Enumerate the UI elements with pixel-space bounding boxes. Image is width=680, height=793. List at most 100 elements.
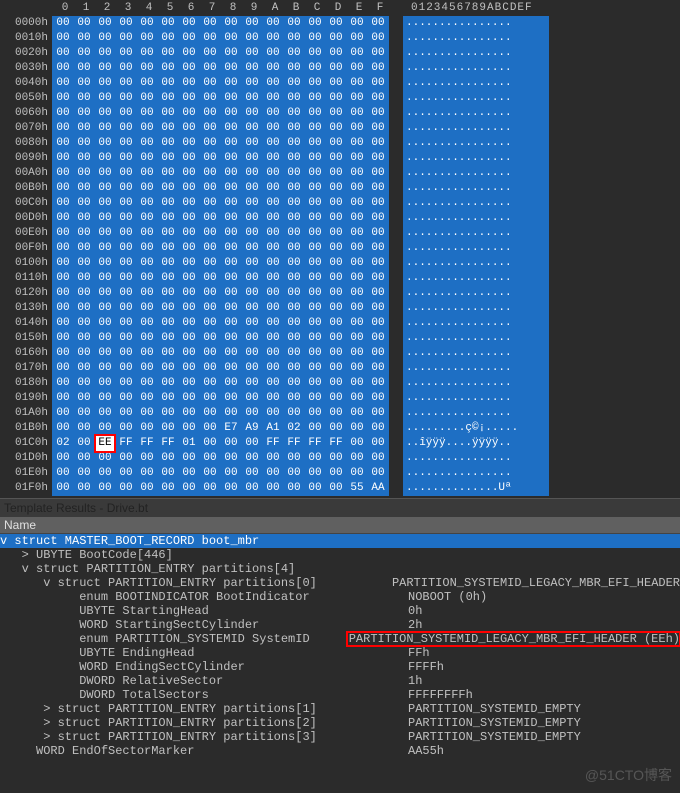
- byte-cell[interactable]: 00: [159, 181, 177, 196]
- ascii-cell[interactable]: ................: [403, 301, 549, 316]
- tree-item-name[interactable]: v struct PARTITION_ENTRY partitions[4]: [0, 562, 408, 576]
- byte-cell[interactable]: 00: [96, 16, 114, 31]
- byte-cell[interactable]: 00: [117, 361, 135, 376]
- ascii-cell[interactable]: ................: [403, 16, 549, 31]
- byte-cell[interactable]: 00: [54, 391, 72, 406]
- byte-cell[interactable]: 00: [348, 46, 366, 61]
- byte-cell[interactable]: 00: [138, 121, 156, 136]
- byte-cell[interactable]: 00: [222, 91, 240, 106]
- byte-cell[interactable]: 00: [369, 181, 387, 196]
- tree-row[interactable]: > struct PARTITION_ENTRY partitions[3]PA…: [0, 730, 680, 744]
- byte-cell[interactable]: 00: [285, 226, 303, 241]
- byte-cell[interactable]: 00: [243, 331, 261, 346]
- byte-cell[interactable]: 00: [243, 406, 261, 421]
- byte-cell[interactable]: 00: [180, 91, 198, 106]
- byte-cell[interactable]: 00: [117, 376, 135, 391]
- byte-cell[interactable]: 00: [54, 301, 72, 316]
- byte-cell[interactable]: 00: [264, 46, 282, 61]
- byte-cell[interactable]: 00: [75, 181, 93, 196]
- byte-cell[interactable]: 00: [327, 271, 345, 286]
- byte-cell[interactable]: 00: [306, 16, 324, 31]
- byte-cell[interactable]: 00: [306, 256, 324, 271]
- byte-cell[interactable]: 00: [159, 91, 177, 106]
- byte-cell[interactable]: 00: [306, 226, 324, 241]
- byte-cell[interactable]: 00: [327, 151, 345, 166]
- byte-cell[interactable]: 00: [117, 181, 135, 196]
- byte-cell[interactable]: 00: [243, 16, 261, 31]
- byte-cell[interactable]: 00: [327, 301, 345, 316]
- tree-row[interactable]: UBYTE EndingHeadFFh: [0, 646, 680, 660]
- byte-cell[interactable]: 00: [222, 271, 240, 286]
- hex-bytes[interactable]: 00000000000000000000000000000000: [52, 166, 389, 181]
- byte-cell[interactable]: 00: [264, 136, 282, 151]
- byte-cell[interactable]: 00: [159, 61, 177, 76]
- byte-cell[interactable]: 00: [369, 421, 387, 436]
- byte-cell[interactable]: 00: [369, 331, 387, 346]
- byte-cell[interactable]: 00: [306, 331, 324, 346]
- byte-cell[interactable]: 00: [54, 271, 72, 286]
- byte-cell[interactable]: 00: [54, 421, 72, 436]
- hex-bytes[interactable]: 000000000000000000000000000055AA: [52, 481, 389, 496]
- byte-cell[interactable]: 00: [222, 211, 240, 226]
- byte-cell[interactable]: 00: [117, 271, 135, 286]
- byte-cell[interactable]: 00: [138, 31, 156, 46]
- hex-row[interactable]: 00E0h00000000000000000000000000000000...…: [2, 226, 678, 241]
- byte-cell[interactable]: 00: [306, 451, 324, 466]
- byte-cell[interactable]: 02: [285, 421, 303, 436]
- byte-cell[interactable]: 00: [54, 166, 72, 181]
- byte-cell[interactable]: 00: [138, 466, 156, 481]
- byte-cell[interactable]: 00: [54, 31, 72, 46]
- byte-cell[interactable]: 00: [201, 151, 219, 166]
- byte-cell[interactable]: 00: [348, 211, 366, 226]
- byte-cell[interactable]: 00: [285, 241, 303, 256]
- byte-cell[interactable]: 00: [54, 211, 72, 226]
- byte-cell[interactable]: 00: [201, 166, 219, 181]
- byte-cell[interactable]: 00: [348, 316, 366, 331]
- tree-item-name[interactable]: UBYTE StartingHead: [0, 604, 408, 618]
- byte-cell[interactable]: 00: [306, 421, 324, 436]
- byte-cell[interactable]: 00: [285, 271, 303, 286]
- byte-cell[interactable]: 00: [201, 271, 219, 286]
- hex-row[interactable]: 0070h00000000000000000000000000000000...…: [2, 121, 678, 136]
- byte-cell[interactable]: FF: [138, 436, 156, 451]
- byte-cell[interactable]: 00: [201, 406, 219, 421]
- byte-cell[interactable]: 00: [369, 16, 387, 31]
- hex-row[interactable]: 01A0h00000000000000000000000000000000...…: [2, 406, 678, 421]
- byte-cell[interactable]: 00: [327, 376, 345, 391]
- hex-bytes[interactable]: 00000000000000000000000000000000: [52, 301, 389, 316]
- byte-cell[interactable]: 00: [159, 466, 177, 481]
- byte-cell[interactable]: 00: [180, 421, 198, 436]
- byte-cell[interactable]: 00: [369, 376, 387, 391]
- byte-cell[interactable]: 00: [138, 346, 156, 361]
- hex-row[interactable]: 0040h00000000000000000000000000000000...…: [2, 76, 678, 91]
- byte-cell[interactable]: 00: [54, 361, 72, 376]
- byte-cell[interactable]: 00: [348, 406, 366, 421]
- byte-cell[interactable]: 00: [75, 106, 93, 121]
- byte-cell[interactable]: 00: [117, 286, 135, 301]
- byte-cell[interactable]: 00: [117, 121, 135, 136]
- ascii-cell[interactable]: ................: [403, 76, 549, 91]
- byte-cell[interactable]: FF: [117, 436, 135, 451]
- byte-cell[interactable]: FF: [327, 436, 345, 451]
- ascii-cell[interactable]: ................: [403, 391, 549, 406]
- byte-cell[interactable]: 00: [369, 271, 387, 286]
- byte-cell[interactable]: 00: [264, 331, 282, 346]
- byte-cell[interactable]: 00: [264, 106, 282, 121]
- byte-cell[interactable]: 00: [348, 121, 366, 136]
- byte-cell[interactable]: FF: [306, 436, 324, 451]
- byte-cell[interactable]: 00: [159, 361, 177, 376]
- byte-cell[interactable]: 00: [327, 136, 345, 151]
- byte-cell[interactable]: 00: [201, 256, 219, 271]
- byte-cell[interactable]: 00: [180, 466, 198, 481]
- byte-cell[interactable]: 00: [264, 406, 282, 421]
- byte-cell[interactable]: 00: [180, 196, 198, 211]
- byte-cell[interactable]: 00: [285, 406, 303, 421]
- byte-cell[interactable]: 00: [222, 301, 240, 316]
- tree-row[interactable]: > struct PARTITION_ENTRY partitions[1]PA…: [0, 702, 680, 716]
- hex-bytes[interactable]: 00000000000000000000000000000000: [52, 241, 389, 256]
- byte-cell[interactable]: 00: [96, 226, 114, 241]
- byte-cell[interactable]: 00: [138, 46, 156, 61]
- byte-cell[interactable]: 00: [117, 151, 135, 166]
- hex-bytes[interactable]: 00000000000000000000000000000000: [52, 316, 389, 331]
- byte-cell[interactable]: 00: [180, 331, 198, 346]
